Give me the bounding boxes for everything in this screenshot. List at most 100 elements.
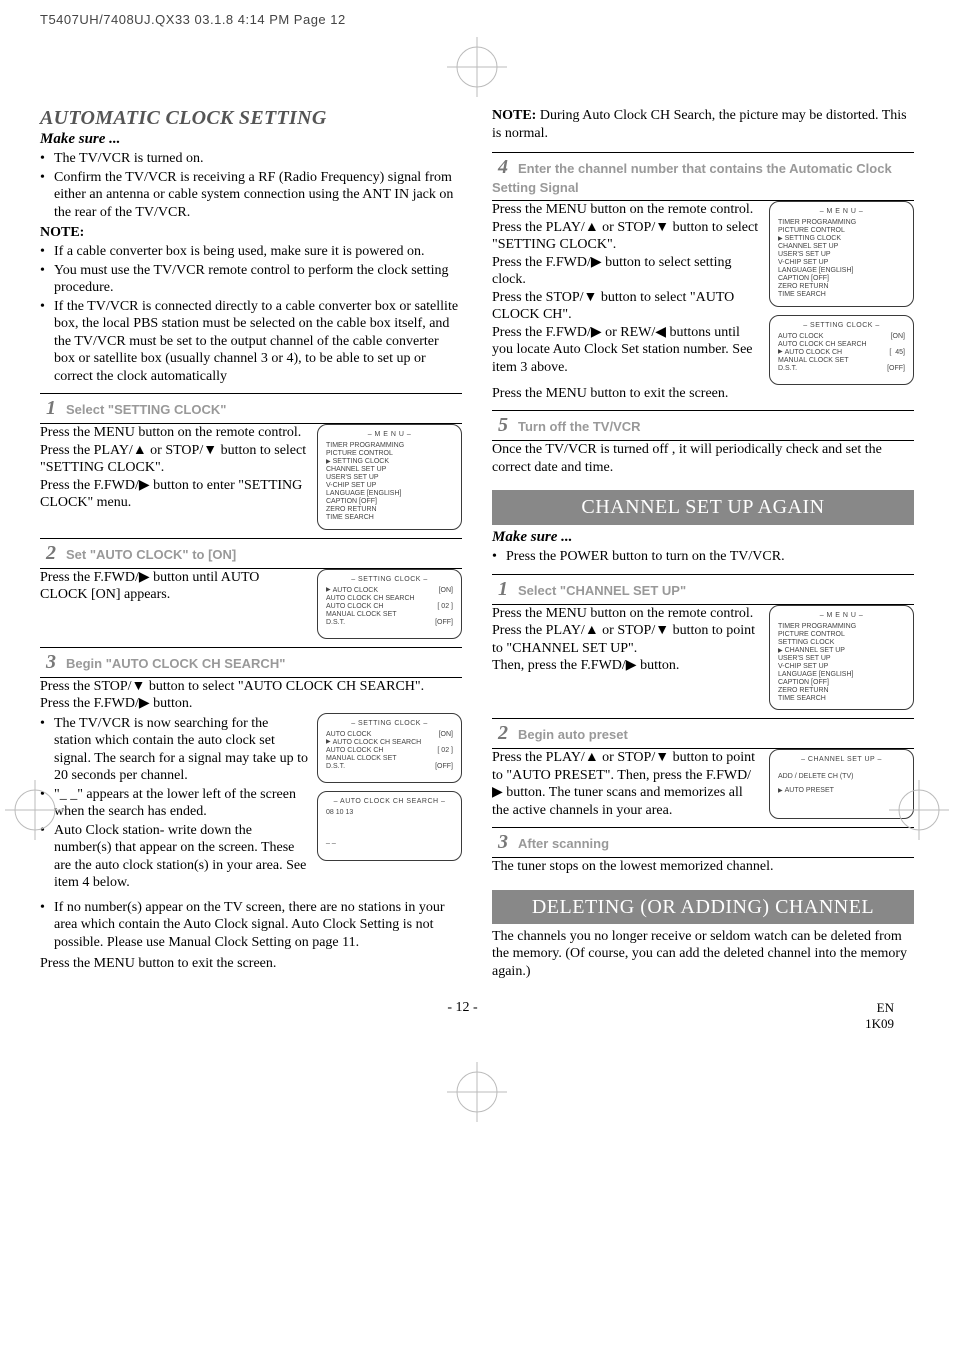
step-3-bullets-cont: If no number(s) appear on the TV screen,… xyxy=(40,899,462,952)
osd-item: CAPTION [OFF] xyxy=(778,679,905,687)
osd-item: ZERO RETURN xyxy=(326,506,453,514)
osd-title: – M E N U – xyxy=(778,208,905,216)
step-2-header: 2 Set "AUTO CLOCK" to [ON] xyxy=(40,538,462,569)
step-5-body: Once the TV/VCR is turned off , it will … xyxy=(492,441,914,476)
osd-item: MANUAL CLOCK SET xyxy=(778,357,905,365)
step-label: Begin auto preset xyxy=(518,727,628,742)
step-3-bullets: The TV/VCR is now searching for the stat… xyxy=(40,715,309,893)
osd-item-selected: AUTO CLOCK[ON] xyxy=(326,587,453,595)
osd-item: ZERO RETURN xyxy=(778,687,905,695)
step-2-body: Press the F.FWD/▶ button until AUTO CLOC… xyxy=(40,569,309,604)
step-3-header: 3 Begin "AUTO CLOCK CH SEARCH" xyxy=(40,647,462,678)
step-4-header: 4 Enter the channel number that contains… xyxy=(492,152,914,201)
osd-item: LANGUAGE [ENGLISH] xyxy=(778,267,905,275)
list-item: If the TV/VCR is connected directly to a… xyxy=(40,298,462,386)
osd-item: ZERO RETURN xyxy=(778,283,905,291)
step-1-header: 1 Select "SETTING CLOCK" xyxy=(40,393,462,424)
osd-item: V-CHIP SET UP xyxy=(778,663,905,671)
make-sure-heading: Make sure ... xyxy=(40,131,462,148)
crop-mark-bottom xyxy=(40,1062,914,1122)
step-number: 3 xyxy=(492,831,514,854)
cstep-1-body: Press the MENU button on the remote cont… xyxy=(492,605,761,675)
osd-item: AUTO CLOCK[ON] xyxy=(778,333,905,341)
osd-item-selected: AUTO PRESET xyxy=(778,787,905,795)
osd-item: 08 10 13 xyxy=(326,809,453,817)
step-number: 1 xyxy=(492,578,514,601)
osd-item: V-CHIP SET UP xyxy=(326,482,453,490)
cstep-2-header: 2 Begin auto preset xyxy=(492,718,914,749)
list-item: Confirm the TV/VCR is receiving a RF (Ra… xyxy=(40,169,462,222)
osd-item: CHANNEL SET UP xyxy=(326,466,453,474)
osd-title: – SETTING CLOCK – xyxy=(778,322,905,330)
osd-setting-clock-panel-3: – SETTING CLOCK – AUTO CLOCK[ON] AUTO CL… xyxy=(769,315,914,385)
osd-title: – SETTING CLOCK – xyxy=(326,576,453,584)
step-label: Select "CHANNEL SET UP" xyxy=(518,583,686,598)
cstep-2-body: Press the PLAY/▲ or STOP/▼ button to poi… xyxy=(492,749,761,819)
step-3-body1: Press the STOP/▼ button to select "AUTO … xyxy=(40,678,462,696)
cstep-1-header: 1 Select "CHANNEL SET UP" xyxy=(492,574,914,605)
osd-title: – M E N U – xyxy=(778,612,905,620)
osd-item: CAPTION [OFF] xyxy=(326,498,453,506)
cstep-3-header: 3 After scanning xyxy=(492,827,914,858)
osd-item: PICTURE CONTROL xyxy=(778,227,905,235)
osd-item: D.S.T.[OFF] xyxy=(326,763,453,771)
step-number: 2 xyxy=(40,542,62,565)
list-item: You must use the TV/VCR remote control t… xyxy=(40,262,462,297)
step-label: Select "SETTING CLOCK" xyxy=(66,402,226,417)
crop-mark-right xyxy=(889,780,949,845)
crop-mark-left xyxy=(5,780,65,845)
osd-item: CAPTION [OFF] xyxy=(778,275,905,283)
note-list: If a cable converter box is being used, … xyxy=(40,243,462,385)
osd-setting-clock-panel: – SETTING CLOCK – AUTO CLOCK[ON] AUTO CL… xyxy=(317,569,462,639)
list-item: The TV/VCR is now searching for the stat… xyxy=(40,715,309,785)
osd-auto-clock-search-panel: – AUTO CLOCK CH SEARCH – 08 10 13 _ _ xyxy=(317,791,462,861)
list-item: "_ _" appears at the lower left of the s… xyxy=(40,786,309,821)
osd-item: AUTO CLOCK CH[ 02 ] xyxy=(326,603,453,611)
page-number: - 12 - xyxy=(447,1000,477,1032)
right-note: NOTE: During Auto Clock CH Search, the p… xyxy=(492,107,914,142)
step-3-body2: Press the F.FWD/▶ button. xyxy=(40,695,462,713)
osd-item: TIMER PROGRAMMING xyxy=(778,623,905,631)
osd-item: TIMER PROGRAMMING xyxy=(778,219,905,227)
list-item: The TV/VCR is turned on. xyxy=(40,150,462,168)
step-number: 4 xyxy=(492,156,514,179)
osd-item: AUTO CLOCK[ON] xyxy=(326,731,453,739)
osd-item: MANUAL CLOCK SET xyxy=(326,611,453,619)
osd-item: _ _ xyxy=(326,837,453,845)
osd-item: PICTURE CONTROL xyxy=(326,450,453,458)
osd-item-selected: SETTING CLOCK xyxy=(778,235,905,243)
page-footer: - 12 - EN1K09 xyxy=(40,1000,914,1032)
step-number: 1 xyxy=(40,397,62,420)
osd-item: AUTO CLOCK CH SEARCH xyxy=(326,595,453,603)
osd-item: AUTO CLOCK CH[ 02 ] xyxy=(326,747,453,755)
deleting-body: The channels you no longer receive or se… xyxy=(492,928,914,981)
step-label: Turn off the TV/VCR xyxy=(518,419,641,434)
osd-item: USER'S SET UP xyxy=(778,251,905,259)
step-number: 3 xyxy=(40,651,62,674)
osd-menu-panel-3: – M E N U – TIMER PROGRAMMING PICTURE CO… xyxy=(769,605,914,711)
osd-title: – M E N U – xyxy=(326,431,453,439)
osd-item: CHANNEL SET UP xyxy=(778,243,905,251)
step-4-tail: Press the MENU button to exit the screen… xyxy=(492,385,914,403)
list-item: If no number(s) appear on the TV screen,… xyxy=(40,899,462,952)
osd-item: LANGUAGE [ENGLISH] xyxy=(778,671,905,679)
list-item: Auto Clock station- write down the numbe… xyxy=(40,822,309,892)
osd-item: TIMER PROGRAMMING xyxy=(326,442,453,450)
osd-item: TIME SEARCH xyxy=(778,291,905,299)
osd-setting-clock-panel-2: – SETTING CLOCK – AUTO CLOCK[ON] AUTO CL… xyxy=(317,713,462,783)
list-item: Press the POWER button to turn on the TV… xyxy=(492,548,914,566)
osd-item: AUTO CLOCK CH SEARCH xyxy=(778,341,905,349)
step-label: Enter the channel number that contains t… xyxy=(492,161,892,195)
cstep-3-body: The tuner stops on the lowest memorized … xyxy=(492,858,914,876)
step-1-body: Press the MENU button on the remote cont… xyxy=(40,424,309,512)
osd-item: ADD / DELETE CH (TV) xyxy=(778,773,905,781)
osd-item-selected: AUTO CLOCK CH SEARCH xyxy=(326,739,453,747)
step-4-body: Press the MENU button on the remote cont… xyxy=(492,201,761,376)
osd-menu-panel: – M E N U – TIMER PROGRAMMING PICTURE CO… xyxy=(317,424,462,530)
step-3-tail: Press the MENU button to exit the screen… xyxy=(40,955,462,973)
osd-item-selected: CHANNEL SET UP xyxy=(778,647,905,655)
step-label: Set "AUTO CLOCK" to [ON] xyxy=(66,547,236,562)
osd-item: SETTING CLOCK xyxy=(778,639,905,647)
osd-item: V-CHIP SET UP xyxy=(778,259,905,267)
note-heading: NOTE: xyxy=(40,225,462,241)
